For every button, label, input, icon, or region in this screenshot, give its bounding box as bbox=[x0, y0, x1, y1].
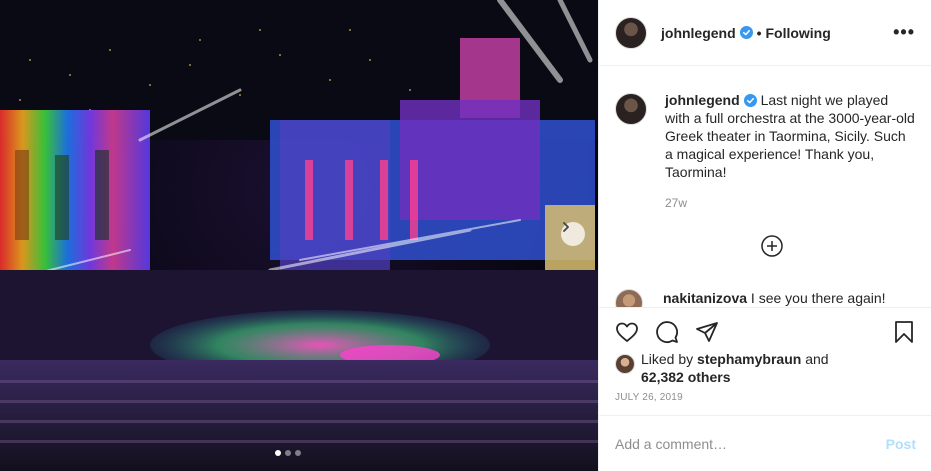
carousel-dot bbox=[275, 450, 281, 456]
save-button[interactable] bbox=[892, 320, 916, 344]
caption-time[interactable]: 27w bbox=[665, 194, 916, 212]
likes-summary: Liked by stephamybraun and 62,382 others bbox=[599, 348, 931, 386]
commenter-username[interactable]: nakitanizova bbox=[663, 290, 747, 306]
carousel-next-button[interactable] bbox=[561, 222, 585, 246]
carousel-dot bbox=[285, 450, 291, 456]
heart-icon bbox=[616, 322, 638, 342]
comment-input[interactable] bbox=[615, 435, 886, 452]
chevron-right-icon bbox=[563, 222, 569, 232]
post-date[interactable]: JULY 26, 2019 bbox=[599, 386, 931, 403]
comment-button[interactable] bbox=[655, 320, 679, 344]
likes-count[interactable]: 62,382 others bbox=[641, 369, 731, 385]
author-avatar[interactable] bbox=[615, 16, 647, 49]
like-button[interactable] bbox=[615, 320, 639, 344]
comment-text: I see you there again! bbox=[750, 290, 886, 306]
add-comment-bar: Post bbox=[599, 415, 931, 471]
caption-body: johnlegend Last night we played with a f… bbox=[665, 91, 916, 212]
post-comment-button[interactable]: Post bbox=[886, 436, 916, 452]
post-photo[interactable] bbox=[0, 0, 598, 471]
liker-avatar[interactable] bbox=[615, 354, 635, 374]
action-bar bbox=[599, 308, 931, 348]
post-actions-area: Liked by stephamybraun and 62,382 others… bbox=[599, 307, 931, 403]
verified-badge-icon bbox=[739, 26, 753, 39]
share-button[interactable] bbox=[695, 320, 719, 344]
carousel-dot bbox=[295, 450, 301, 456]
post-header: johnlegend • Following ••• bbox=[599, 0, 931, 66]
comments-section: johnlegend Last night we played with a f… bbox=[599, 67, 931, 307]
verified-badge-icon bbox=[743, 94, 757, 107]
concert-image bbox=[0, 0, 598, 471]
more-options-icon[interactable]: ••• bbox=[893, 22, 915, 43]
paper-plane-icon bbox=[696, 322, 718, 342]
carousel-indicator bbox=[275, 450, 301, 456]
likes-prefix: Liked by bbox=[641, 351, 694, 367]
author-username[interactable]: johnlegend bbox=[661, 25, 736, 41]
post-sidebar: johnlegend • Following ••• johnlegend La… bbox=[598, 0, 931, 471]
post-caption: johnlegend Last night we played with a f… bbox=[599, 67, 931, 212]
comment-item: nakitanizova I see you there again! bbox=[615, 289, 886, 307]
plus-circle-icon[interactable] bbox=[761, 235, 783, 257]
comment-body: nakitanizova I see you there again! bbox=[663, 289, 886, 307]
likes-text: Liked by stephamybraun and 62,382 others bbox=[641, 350, 829, 386]
following-status[interactable]: • Following bbox=[757, 25, 831, 41]
likes-and: and bbox=[805, 351, 829, 367]
caption-avatar[interactable] bbox=[615, 93, 647, 125]
liker-username[interactable]: stephamybraun bbox=[697, 351, 801, 367]
comment-icon bbox=[656, 321, 678, 343]
caption-username[interactable]: johnlegend bbox=[665, 92, 740, 108]
bookmark-icon bbox=[895, 321, 913, 343]
commenter-avatar[interactable] bbox=[615, 289, 643, 307]
